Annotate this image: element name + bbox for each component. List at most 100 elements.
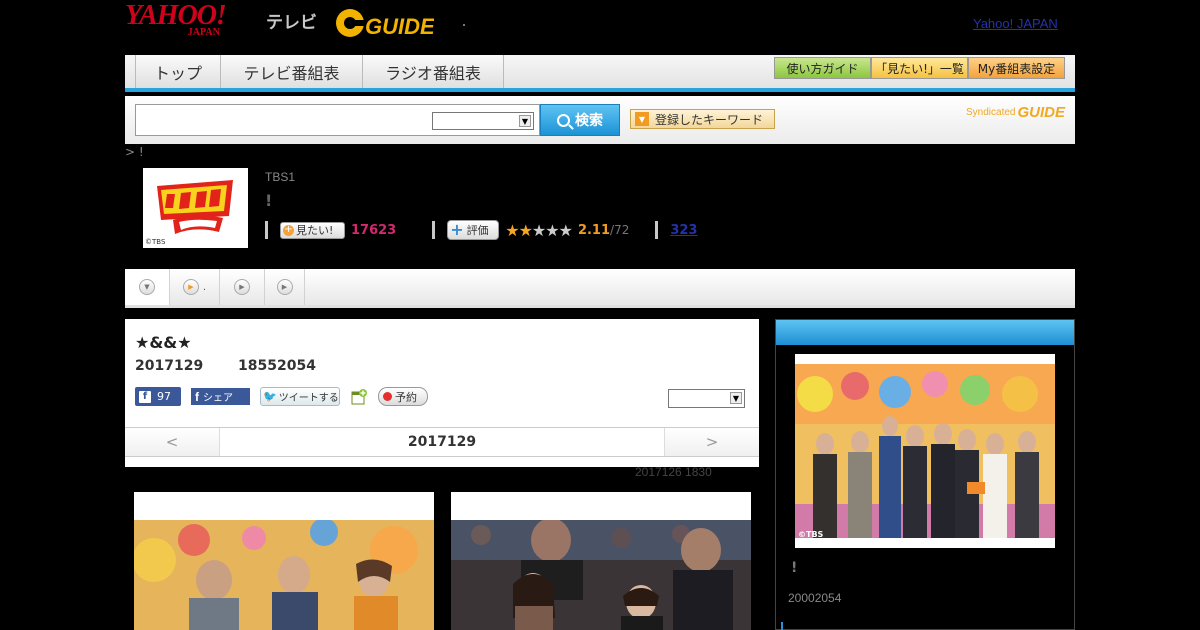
- nav-right-buttons: 使い方ガイド 「見たい!」一覧 My番組表設定: [774, 57, 1065, 79]
- sidebar-accent: [781, 622, 783, 630]
- mitai-button-label: 見たい!: [296, 224, 334, 237]
- prev-date-button[interactable]: <: [125, 428, 220, 456]
- content-tab-strip: ▼ ▶ . ▶ ▶: [125, 269, 1075, 308]
- sidebar-photo[interactable]: ©TBS: [795, 354, 1055, 548]
- tweet-button[interactable]: 🐦 ツイートする: [260, 387, 340, 406]
- program-stats: + 見たい! 17623 + 評価 ★★★★★ 2.11 /72 323: [265, 220, 697, 240]
- star-icon: ★: [505, 220, 519, 240]
- keyword-button-label: 登録したキーワード: [655, 112, 764, 127]
- tab-reviews[interactable]: ▶: [220, 269, 265, 305]
- star-icon: ★: [558, 220, 573, 240]
- episode-photo-1[interactable]: [134, 492, 434, 630]
- page: YAHOO! JAPAN テレビ GUIDE Yahoo! JAPAN トップ …: [0, 0, 1200, 630]
- program-title: !: [265, 191, 273, 210]
- facebook-count-value: 97: [157, 390, 171, 403]
- tab-info-dot: .: [202, 281, 207, 293]
- program-thumb-credit: ©TBS: [145, 238, 166, 246]
- registered-keyword-button[interactable]: ▼ 登録したキーワード: [630, 109, 775, 129]
- episode-photo-2-image: [451, 520, 751, 630]
- rate-button[interactable]: + 評価: [447, 220, 500, 240]
- stat-divider: [655, 221, 659, 239]
- play-icon: ▶: [276, 279, 293, 295]
- plus-icon: +: [450, 220, 464, 239]
- mitai-count: 17623: [351, 222, 397, 238]
- channel-name: TBS1: [265, 170, 296, 184]
- divider-dot: [463, 24, 465, 26]
- reserve-button[interactable]: 予約: [378, 387, 428, 406]
- plus-icon: +: [283, 224, 294, 236]
- share-row: f 97 f シェア 🐦 ツイートする 予約: [135, 387, 428, 406]
- episode-photo-2[interactable]: [451, 492, 751, 630]
- next-date-button[interactable]: >: [664, 428, 759, 456]
- facebook-like-count[interactable]: f 97: [135, 387, 181, 406]
- triangle-down-icon: ▼: [635, 112, 649, 126]
- tv-label[interactable]: テレビ: [266, 8, 317, 33]
- play-icon: ▶: [234, 279, 250, 295]
- nav-tabs: トップ テレビ番組表 ラジオ番組表: [135, 55, 504, 88]
- star-icon: ★: [545, 220, 559, 240]
- rating-score: 2.11: [577, 222, 611, 238]
- episode-date: 2017129: [135, 358, 204, 374]
- breadcrumb[interactable]: > !: [125, 145, 144, 159]
- my-settings-button[interactable]: My番組表設定: [968, 57, 1065, 79]
- tab-episode[interactable]: ▼: [125, 269, 170, 305]
- add-to-calendar-icon[interactable]: [350, 388, 368, 406]
- syndicated-guide-label: GUIDE: [1017, 104, 1065, 121]
- sidebar-photo-credit: ©TBS: [798, 530, 824, 539]
- search-button-label: 検索: [575, 113, 603, 129]
- facebook-share-label: シェア: [203, 393, 233, 404]
- star-icon: ★: [518, 220, 533, 240]
- facebook-share-button[interactable]: f シェア: [191, 388, 250, 405]
- stat-divider: [432, 221, 436, 239]
- episode-card: ★&&★ 2017129 18552054 f 97 f シェア 🐦 ツイートす…: [125, 319, 759, 467]
- episode-select[interactable]: ▼: [668, 389, 745, 408]
- episode-time: 18552054: [238, 358, 316, 374]
- chevron-down-icon: ▼: [139, 279, 155, 295]
- mitai-button[interactable]: + 見たい!: [280, 221, 345, 239]
- program-thumbnail[interactable]: ©TBS: [143, 168, 248, 248]
- tab-top[interactable]: トップ: [135, 55, 220, 88]
- sidebar-header: [776, 320, 1074, 345]
- tab-related[interactable]: ▶: [265, 269, 305, 305]
- facebook-icon: f: [139, 390, 151, 403]
- search-button[interactable]: 検索: [540, 104, 620, 136]
- search-icon: [557, 113, 570, 127]
- updated-timestamp: 2017126 1830: [635, 465, 712, 479]
- tab-radio-schedule[interactable]: ラジオ番組表: [362, 55, 504, 88]
- play-icon: ▶: [182, 279, 199, 295]
- yahoo-japan-link[interactable]: Yahoo! JAPAN: [973, 16, 1058, 31]
- gguide-logo-text: GUIDE: [365, 14, 434, 39]
- tweet-button-label: ツイートする: [278, 393, 339, 404]
- sidebar-photo-image: [795, 364, 1055, 538]
- stat-divider: [265, 221, 268, 239]
- navbar: トップ テレビ番組表 ラジオ番組表 使い方ガイド 「見たい!」一覧 My番組表設…: [125, 55, 1075, 92]
- current-date-label: 2017129: [407, 434, 477, 450]
- mitai-list-button[interactable]: 「見たい!」一覧: [871, 57, 968, 79]
- star-icon: ★: [531, 220, 546, 240]
- reserve-button-label: 予約: [395, 390, 417, 404]
- syndicated-label: Syndicated: [966, 107, 1016, 118]
- facebook-icon: f: [195, 389, 199, 404]
- search-bar: ▼ 検索 ▼ 登録したキーワード Syndicated GUIDE: [125, 96, 1075, 144]
- episode-title: ★&&★: [135, 333, 192, 352]
- sidebar: ©TBS ! 20002054: [775, 319, 1075, 630]
- yahoo-logo[interactable]: YAHOO! JAPAN: [125, 2, 227, 38]
- date-navigation: < 2017129 >: [125, 427, 759, 457]
- syndicated-logo: Syndicated GUIDE: [966, 104, 1065, 121]
- record-icon: [383, 392, 392, 401]
- episode-photo-1-image: [134, 520, 434, 630]
- sidebar-program-title[interactable]: !: [791, 560, 797, 576]
- tab-tv-schedule[interactable]: テレビ番組表: [220, 55, 362, 88]
- twitter-bird-icon: 🐦: [263, 390, 277, 403]
- star-rating: ★★★★★: [505, 220, 573, 240]
- review-count-link[interactable]: 323: [670, 223, 697, 238]
- program-logo-image: [153, 176, 238, 238]
- gguide-logo[interactable]: GUIDE: [334, 6, 434, 40]
- guide-button[interactable]: 使い方ガイド: [774, 57, 871, 79]
- sidebar-program-time: 20002054: [788, 591, 842, 605]
- search-category-select[interactable]: ▼: [432, 112, 534, 130]
- chevron-down-icon: ▼: [519, 115, 531, 127]
- rate-button-label: 評価: [466, 224, 489, 237]
- tab-info[interactable]: ▶ .: [170, 269, 220, 305]
- chevron-down-icon: ▼: [730, 392, 742, 404]
